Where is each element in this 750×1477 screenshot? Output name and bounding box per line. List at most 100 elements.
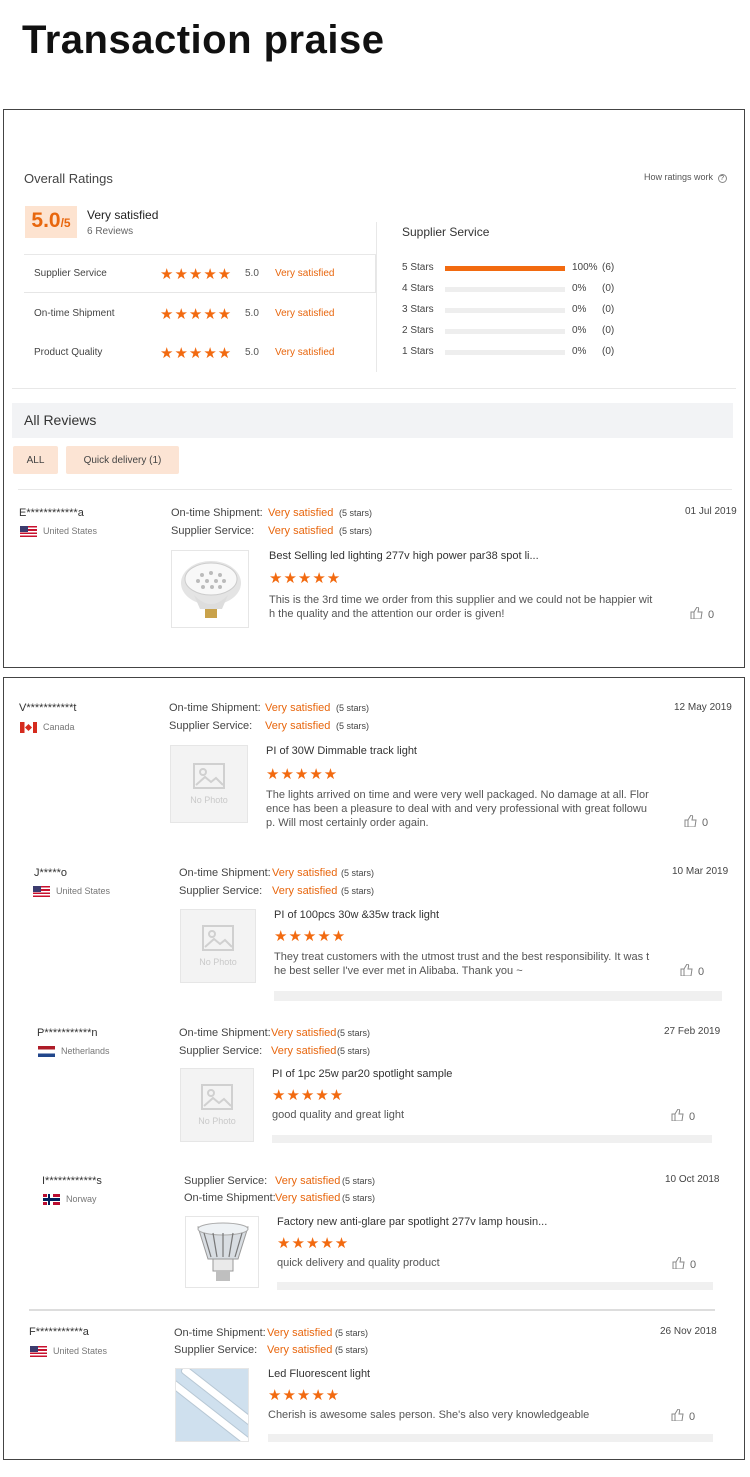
reviewer-country-label: Norway: [66, 1194, 97, 1204]
rating-stars-note: (5 stars): [335, 1345, 369, 1355]
rating-label: On-time Shipment:: [169, 702, 261, 714]
filter-quick-delivery-label: Quick delivery (1): [83, 454, 162, 466]
rating-label: Supplier Service:: [179, 885, 263, 897]
reviews-panel: V***********t Canada On-time Shipment: V…: [3, 677, 745, 1460]
how-ratings-work-link[interactable]: How ratings work ?: [644, 172, 727, 183]
review-text: quick delivery and quality product: [277, 1257, 440, 1269]
breakdown-bar-track: [445, 350, 565, 355]
rating-row-stars: ★★★★★: [160, 306, 233, 323]
rating-stars-note: (5 stars): [341, 868, 375, 878]
overall-ratings-heading: Overall Ratings: [24, 171, 113, 186]
like-count: 0: [689, 1110, 696, 1123]
rating-row-verdict: Very satisfied: [275, 268, 335, 279]
product-title-link[interactable]: PI of 1pc 25w par20 spotlight sample: [272, 1068, 452, 1080]
reviewer-name: F***********a: [29, 1326, 89, 1338]
review-text: ence has been a pleasure to deal with an…: [266, 803, 647, 815]
rating-value: Very satisfied: [271, 1045, 337, 1057]
like-button[interactable]: 0: [671, 1408, 696, 1424]
rating-stars-note: (5 stars): [342, 1176, 376, 1186]
like-count: 0: [708, 608, 715, 621]
rating-label: Supplier Service:: [174, 1344, 258, 1356]
rating-label: On-time Shipment:: [171, 507, 263, 519]
thumbs-up-icon: [680, 963, 693, 979]
product-title-link[interactable]: PI of 100pcs 30w &35w track light: [274, 909, 439, 921]
no-photo-placeholder: No Photo: [180, 909, 256, 983]
reviewer-country: Netherlands: [38, 1046, 110, 1058]
rating-value: Very satisfied: [267, 1344, 333, 1356]
breakdown-row-label: 5 Stars: [402, 262, 434, 273]
product-title-link[interactable]: PI of 30W Dimmable track light: [266, 745, 417, 757]
breakdown-row-label: 2 Stars: [402, 325, 434, 336]
breakdown-row-percent: 0%: [572, 325, 587, 336]
review-text: Cherish is awesome sales person. She's a…: [268, 1409, 590, 1421]
review-text: he best seller I've ever met in Alibaba.…: [274, 965, 523, 977]
product-title-link[interactable]: Led Fluorescent light: [268, 1368, 370, 1380]
like-count: 0: [689, 1410, 696, 1423]
overall-score-suffix: /5: [60, 216, 71, 230]
product-title-link[interactable]: Factory new anti-glare par spotlight 277…: [277, 1216, 547, 1228]
no-photo-placeholder: No Photo: [170, 745, 248, 823]
reviewer-country: Canada: [20, 722, 75, 734]
no-photo-label: No Photo: [199, 957, 237, 967]
thumbs-up-icon: [671, 1108, 684, 1124]
reviewer-name: I************s: [42, 1175, 102, 1187]
like-button[interactable]: 0: [671, 1108, 696, 1124]
review-text: They treat customers with the utmost tru…: [274, 951, 650, 963]
par38-lamp-image: [181, 561, 241, 618]
rating-stars-note: (5 stars): [337, 1046, 371, 1056]
ratings-panel: Overall Ratings How ratings work ? 5.0 /…: [3, 109, 745, 668]
review-text: This is the 3rd time we order from this …: [269, 594, 653, 606]
overall-verdict: Very satisfied: [87, 208, 159, 222]
help-icon: ?: [717, 174, 727, 183]
like-button[interactable]: 0: [684, 814, 708, 830]
breakdown-row-label: 4 Stars: [402, 283, 434, 294]
rating-row-score: 5.0: [245, 347, 259, 358]
review-stars: ★★★★★: [268, 1387, 341, 1404]
like-button[interactable]: 0: [690, 606, 715, 622]
review-text: h the quality and the attention our orde…: [269, 608, 505, 620]
rating-stars-note: (5 stars): [342, 1193, 376, 1203]
review-date: 10 Mar 2019: [672, 866, 729, 877]
rating-stars-note: (5 stars): [336, 703, 370, 713]
rating-value: Very satisfied: [265, 702, 331, 714]
divider: [376, 222, 377, 372]
rating-stars-note: (5 stars): [339, 526, 373, 536]
reviewer-country-label: United States: [53, 1346, 108, 1356]
rating-row-score: 5.0: [245, 268, 259, 279]
breakdown-row-label: 1 Stars: [402, 346, 434, 357]
breakdown-row-count: (0): [602, 346, 615, 357]
breakdown-row-percent: 0%: [572, 346, 587, 357]
rating-row-label: On-time Shipment: [34, 308, 115, 319]
review-footer-bar: [274, 991, 722, 1001]
like-count: 0: [690, 1258, 697, 1271]
product-thumbnail[interactable]: [171, 550, 249, 628]
filter-all-label: ALL: [26, 454, 45, 466]
rating-label: On-time Shipment:: [174, 1327, 266, 1339]
product-thumbnail[interactable]: [175, 1368, 249, 1442]
review-text: p. Will most certainly order again.: [266, 817, 429, 829]
reviewer-country: Norway: [43, 1194, 97, 1206]
overall-score-badge: 5.0 /5: [25, 206, 77, 238]
rating-row-verdict: Very satisfied: [275, 347, 335, 358]
divider: [12, 388, 736, 389]
reviewer-country-label: United States: [43, 526, 98, 536]
breakdown-bar-track: [445, 308, 565, 313]
like-button[interactable]: 0: [680, 963, 704, 979]
rating-label: Supplier Service:: [171, 525, 255, 537]
thumbs-up-icon: [690, 606, 703, 622]
reviews-count: 6 Reviews: [87, 226, 134, 237]
review-text: good quality and great light: [272, 1109, 405, 1121]
like-button[interactable]: 0: [672, 1256, 697, 1272]
rating-value: Very satisfied: [272, 867, 338, 879]
thumbs-up-icon: [671, 1408, 684, 1424]
filter-all-button[interactable]: ALL: [13, 446, 58, 474]
review-date: 27 Feb 2019: [664, 1026, 721, 1037]
spotlight-image: [197, 1222, 249, 1281]
product-title-link[interactable]: Best Selling led lighting 277v high powe…: [269, 550, 539, 562]
product-thumbnail[interactable]: [185, 1216, 259, 1288]
reviewer-country-label: Netherlands: [61, 1046, 110, 1056]
rating-label: Supplier Service:: [184, 1175, 268, 1187]
breakdown-row-percent: 0%: [572, 304, 587, 315]
divider: [18, 489, 732, 490]
filter-quick-delivery-button[interactable]: Quick delivery (1): [66, 446, 179, 474]
